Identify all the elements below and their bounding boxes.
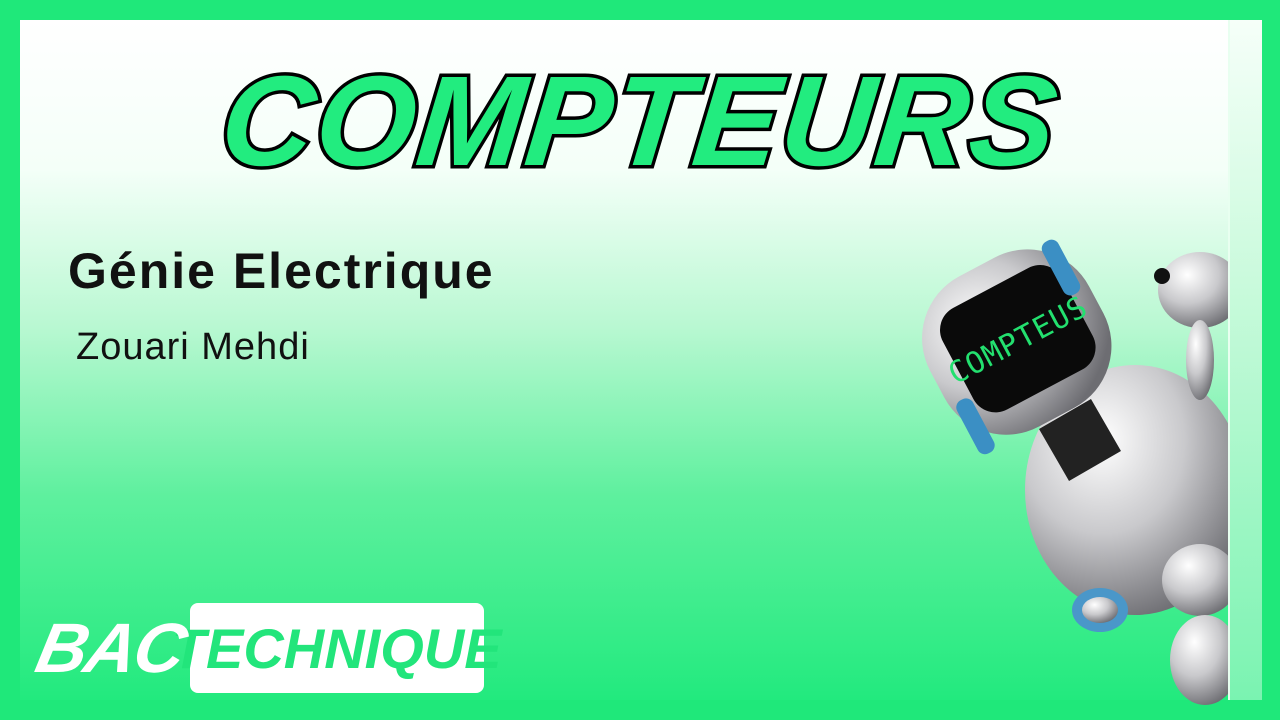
robot-hand-bottom (1162, 544, 1238, 616)
logo-technique-text: TECHNIQUE (172, 603, 502, 693)
author-name: Zouari Mehdi (76, 326, 310, 368)
wall-edge (1228, 20, 1262, 700)
robot-illustration: COMPTEUS (922, 239, 1240, 705)
main-title: COMPTEURS (211, 47, 1069, 197)
subject-heading: Génie Electrique (68, 243, 495, 299)
logo-bac-text: BAC (29, 609, 192, 687)
bac-technique-logo: BAC TECHNIQUE (30, 603, 502, 693)
